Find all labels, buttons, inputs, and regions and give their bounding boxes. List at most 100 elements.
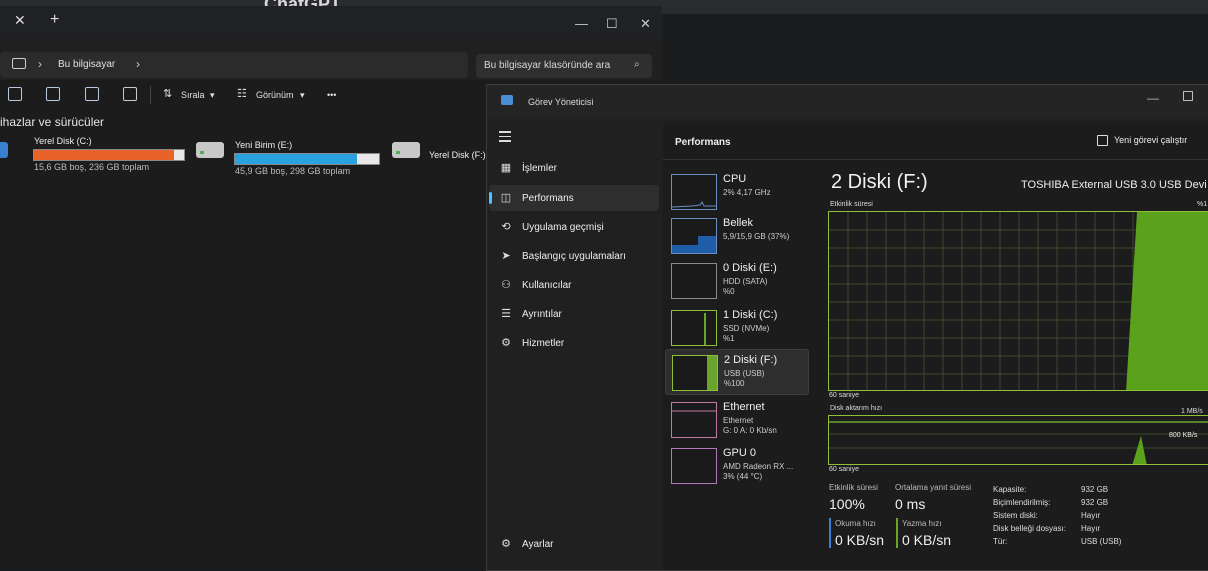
nav-item-processes[interactable]: ▦ İşlemler — [489, 155, 659, 181]
drive-usage-bar — [234, 153, 380, 165]
resource-gpu[interactable]: GPU 0 AMD Radeon RX ... 3% (44 °C) — [665, 443, 807, 487]
device-model: TOSHIBA External USB 3.0 USB Devi — [1021, 179, 1207, 191]
drive-icon — [0, 142, 8, 158]
run-new-task-label: Yeni görevi çalıştır — [1114, 135, 1188, 145]
read-speed-indicator — [829, 518, 831, 548]
new-tab-button[interactable]: + — [50, 11, 59, 29]
title-bar: Görev Yöneticisi — — [487, 85, 1208, 119]
resource-memory[interactable]: Bellek 5,9/15,9 GB (37%) — [665, 213, 807, 257]
resource-detail: %100 — [724, 379, 745, 388]
active-time-value: 100% — [829, 496, 865, 512]
resource-disk-0[interactable]: 0 Diski (E:) HDD (SATA) %0 — [665, 258, 807, 302]
hamburger-menu-icon[interactable] — [499, 131, 511, 145]
run-new-task-button[interactable]: Yeni görevi çalıştır — [1097, 135, 1188, 147]
property-value: USB (USB) — [1081, 537, 1122, 546]
history-icon: ⟲ — [501, 221, 511, 233]
drive-usage-fill — [235, 154, 358, 164]
resource-detail: 2% 4,17 GHz — [723, 188, 771, 197]
memory-thumbnail — [671, 218, 717, 254]
detail-title: 2 Diski (F:) — [831, 171, 928, 193]
drive-icon — [196, 142, 224, 158]
chevron-down-icon[interactable]: ▾ — [300, 90, 305, 101]
graph-time-label: 60 saniye — [829, 392, 859, 399]
rename-icon[interactable] — [46, 87, 60, 101]
chevron-right-icon[interactable]: › — [136, 57, 140, 71]
sort-button[interactable]: Sırala — [181, 90, 205, 100]
search-input[interactable]: Bu bilgisayar klasöründe ara ⌕ — [476, 54, 652, 78]
active-time-label: Etkinlik süresi — [829, 483, 878, 492]
view-button[interactable]: Görünüm — [256, 90, 294, 100]
resource-detail: HDD (SATA) — [723, 277, 768, 286]
chevron-right-icon[interactable]: › — [38, 57, 42, 71]
breadcrumb[interactable]: Bu bilgisayar — [58, 59, 115, 70]
nav-item-performance[interactable]: ◫ Performans — [489, 185, 659, 211]
read-speed-value: 0 KB/sn — [835, 532, 885, 548]
users-icon: ⚇ — [501, 279, 511, 291]
app-title: Görev Yöneticisi — [528, 97, 594, 107]
resource-name: 0 Diski (E:) — [723, 262, 777, 274]
resource-detail: USB (USB) — [724, 369, 765, 378]
graph-max-label: 1 MB/s — [1181, 408, 1203, 415]
property-label: Kapasite: — [993, 485, 1027, 494]
nav-item-startup-apps[interactable]: ➤ Başlangıç uygulamaları — [489, 243, 659, 269]
ethernet-thumbnail — [671, 402, 717, 438]
chevron-down-icon[interactable]: ▾ — [210, 90, 215, 101]
delete-icon[interactable] — [123, 87, 137, 101]
property-label: Disk belleği dosyası: — [993, 524, 1066, 533]
write-speed-label: Yazma hızı — [902, 519, 942, 528]
nav-label: Uygulama geçmişi — [522, 222, 604, 233]
resource-disk-1[interactable]: 1 Diski (C:) SSD (NVMe) %1 — [665, 305, 807, 349]
share-icon[interactable] — [85, 87, 99, 101]
address-bar-row: › Bu bilgisayar › Bu bilgisayar klasörün… — [0, 38, 662, 80]
minimize-button[interactable]: — — [1147, 91, 1159, 105]
read-speed-label: Okuma hızı — [835, 519, 876, 528]
settings-icon: ⚙ — [501, 538, 511, 550]
resource-name: CPU — [723, 173, 747, 185]
close-tab-icon[interactable]: ✕ — [14, 12, 26, 29]
resource-detail: Ethernet — [723, 416, 754, 425]
nav-item-settings[interactable]: ⚙ Ayarlar — [489, 531, 659, 557]
transfer-rate-graph — [828, 415, 1208, 465]
drive-name: Yerel Disk (C:) — [34, 136, 92, 146]
sort-icon[interactable]: ⇅ — [163, 87, 172, 100]
resource-name: 1 Diski (C:) — [723, 309, 778, 321]
resource-name: GPU 0 — [723, 447, 757, 459]
resource-cpu[interactable]: CPU 2% 4,17 GHz — [665, 169, 807, 213]
performance-icon: ◫ — [500, 192, 512, 204]
nav-label: Ayrıntılar — [522, 309, 562, 320]
view-icon[interactable]: ☷ — [237, 87, 247, 100]
navigation-pane: ▦ İşlemler ◫ Performans ⟲ Uygulama geçmi… — [487, 119, 663, 570]
resource-name: 2 Diski (F:) — [724, 354, 778, 366]
nav-item-services[interactable]: ⚙ Hizmetler — [489, 330, 659, 356]
property-value: 932 GB — [1081, 498, 1109, 507]
maximize-button[interactable] — [1183, 91, 1193, 101]
close-button[interactable]: ✕ — [640, 16, 651, 32]
nav-item-users[interactable]: ⚇ Kullanıcılar — [489, 272, 659, 298]
copy-icon[interactable] — [8, 87, 22, 101]
resource-disk-2[interactable]: 2 Diski (F:) USB (USB) %100 — [665, 349, 809, 395]
drive-usage-fill — [34, 150, 174, 160]
resource-detail: %1 — [723, 334, 735, 343]
minimize-button[interactable]: — — [575, 16, 588, 31]
task-manager-window: Görev Yöneticisi — ▦ İşlemler ◫ Performa… — [486, 84, 1208, 571]
drive-usage-bar — [33, 149, 185, 161]
startup-icon: ➤ — [501, 250, 511, 262]
resource-detail: G: 0 A: 0 Kb/sn — [723, 426, 777, 435]
nav-item-details[interactable]: ☰ Ayrıntılar — [489, 301, 659, 327]
property-label: Sistem diski: — [993, 511, 1038, 520]
active-time-graph — [828, 211, 1208, 391]
performance-page: Performans Yeni görevi çalıştır CPU 2% 4… — [663, 123, 1208, 570]
gpu-thumbnail — [671, 448, 717, 484]
resource-ethernet[interactable]: Ethernet Ethernet G: 0 A: 0 Kb/sn — [665, 397, 807, 441]
address-bar[interactable]: › Bu bilgisayar › — [0, 52, 468, 78]
more-button[interactable]: ••• — [327, 90, 336, 100]
resource-detail: 5,9/15,9 GB (37%) — [723, 232, 790, 241]
search-icon: ⌕ — [634, 59, 640, 70]
processes-icon: ▦ — [500, 162, 512, 174]
nav-label: Başlangıç uygulamaları — [522, 251, 626, 262]
nav-label: Ayarlar — [522, 539, 554, 550]
maximize-button[interactable]: ☐ — [606, 16, 618, 32]
property-value: Hayır — [1081, 524, 1101, 533]
avg-response-value: 0 ms — [895, 496, 926, 512]
nav-item-app-history[interactable]: ⟲ Uygulama geçmişi — [489, 214, 659, 240]
